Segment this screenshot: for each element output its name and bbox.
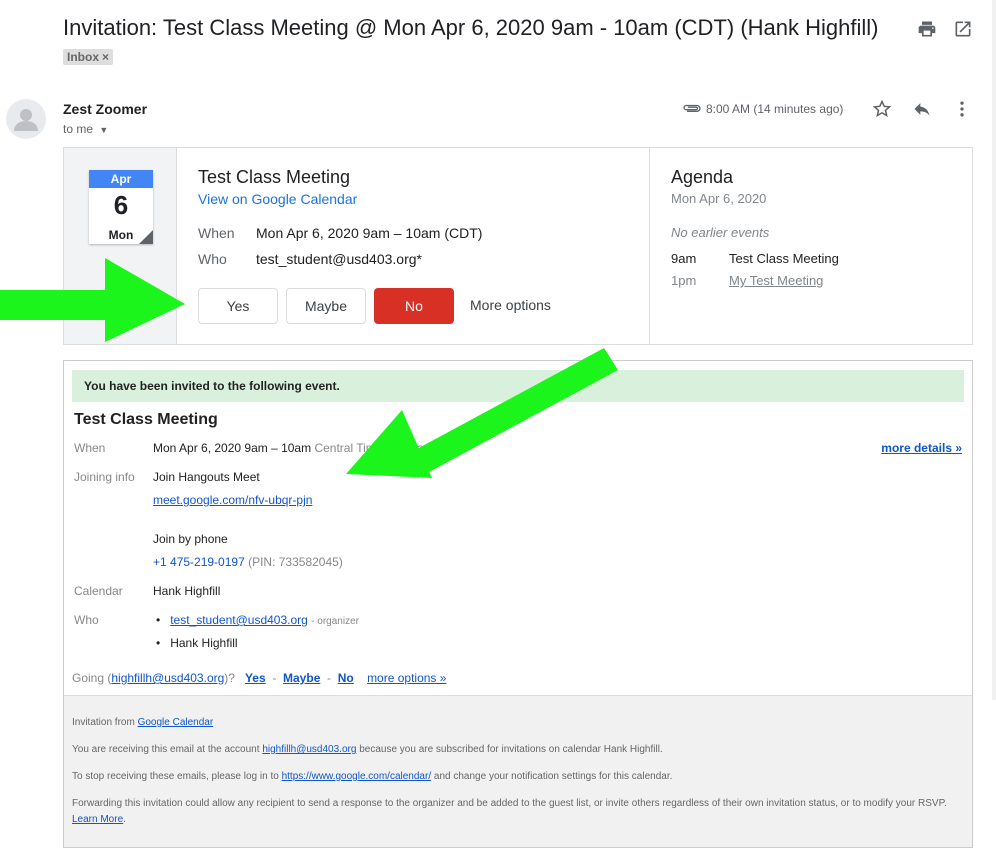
going-yes-link[interactable]: Yes <box>245 671 266 685</box>
joining-info-label: Joining info <box>74 470 135 484</box>
footer-text: and change your notification settings fo… <box>433 771 673 782</box>
agenda-item-time: 9am <box>671 251 697 266</box>
agenda-date: Mon Apr 6, 2020 <box>671 191 767 206</box>
rsvp-yes-button[interactable]: Yes <box>198 288 278 324</box>
who-value: test_student@usd403.org* <box>256 251 422 267</box>
page-fold-icon <box>139 230 153 244</box>
reply-button[interactable] <box>912 99 932 124</box>
invite-card: Apr 6 Mon Test Class Meeting View on Goo… <box>63 147 973 345</box>
invitation-footer: Invitation from Google Calendar You are … <box>64 695 972 847</box>
who-label: Who <box>198 251 227 267</box>
more-details-link[interactable]: more details » <box>881 441 962 455</box>
agenda-item-link[interactable]: My Test Meeting <box>729 273 823 288</box>
scrollbar-track[interactable] <box>992 0 996 700</box>
event-title: Test Class Meeting <box>198 167 351 187</box>
print-button[interactable] <box>916 18 938 40</box>
email-subject: Invitation: Test Class Meeting @ Mon Apr… <box>63 15 879 40</box>
calendar-month: Apr <box>89 170 153 188</box>
footer-line: Forwarding this invitation could allow a… <box>72 798 947 825</box>
rsvp-maybe-button[interactable]: Maybe <box>286 288 366 324</box>
star-icon <box>872 99 892 117</box>
dropdown-icon: ▼ <box>99 125 109 135</box>
phone-pin: (PIN: 733582045) <box>248 555 343 569</box>
account-email-link[interactable]: highfillh@usd403.org <box>262 744 356 755</box>
going-more-options-link[interactable]: more options » <box>367 671 446 685</box>
organizer-tag: - organizer <box>311 616 359 627</box>
open-in-new-icon <box>952 18 974 40</box>
footer-text: Invitation from <box>72 717 135 728</box>
footer-line: Invitation from Google Calendar <box>72 715 962 731</box>
bullet-dot: • <box>156 613 171 627</box>
going-no-link[interactable]: No <box>338 671 354 685</box>
going-prefix: Going ( <box>72 671 112 685</box>
invitation-title: Test Class Meeting <box>74 411 218 428</box>
recipient-details-toggle[interactable]: to me ▼ <box>63 122 108 136</box>
agenda-item-time: 1pm <box>671 273 697 288</box>
calendar-day: 6 <box>113 190 129 220</box>
bullet-dot: • <box>156 636 171 650</box>
when-datetime: Mon Apr 6, 2020 9am – 10am <box>153 441 312 455</box>
remove-label-icon[interactable]: × <box>102 50 109 64</box>
agenda-panel: Agenda Mon Apr 6, 2020 No earlier events… <box>649 148 972 344</box>
footer-line: You are receiving this email at the acco… <box>72 742 962 758</box>
attachment-icon <box>682 101 702 120</box>
calendar-url-link[interactable]: https://www.google.com/calendar/ <box>282 771 432 782</box>
going-maybe-link[interactable]: Maybe <box>283 671 320 685</box>
when-label: When <box>74 441 106 455</box>
meet-link[interactable]: meet.google.com/nfv-ubqr-pjn <box>153 493 312 507</box>
invitation-body: You have been invited to the following e… <box>63 360 973 848</box>
calendar-date-icon: Apr 6 Mon <box>89 170 153 244</box>
agenda-title: Agenda <box>671 167 734 187</box>
going-email-link[interactable]: highfillh@usd403.org <box>111 671 224 685</box>
label-text: Inbox <box>67 50 99 64</box>
when-label: When <box>198 225 235 241</box>
guest-list-item: • test_student@usd403.org - organizer <box>156 613 359 627</box>
footer-text: Forwarding this invitation could allow a… <box>72 798 947 809</box>
print-icon <box>916 18 938 40</box>
footer-line: To stop receiving these emails, please l… <box>72 769 962 785</box>
when-value: Mon Apr 6, 2020 9am – 10am (CDT) <box>256 225 483 241</box>
join-by-phone-text: Join by phone <box>153 532 228 546</box>
guest-list-item: • Hank Highfill <box>156 636 238 650</box>
reply-icon <box>914 103 930 116</box>
google-calendar-link[interactable]: Google Calendar <box>138 717 214 728</box>
sender-name: Zest Zoomer <box>63 101 148 117</box>
footer-text: To stop receiving these emails, please l… <box>72 771 279 782</box>
message-time: 8:00 AM (14 minutes ago) <box>706 102 844 116</box>
when-value: Mon Apr 6, 2020 9am – 10am Central Time … <box>153 441 437 455</box>
more-options-link[interactable]: More options <box>470 297 551 313</box>
invited-banner: You have been invited to the following e… <box>72 370 964 402</box>
phone-row: +1 475-219-0197 (PIN: 733582045) <box>153 555 343 569</box>
calendar-date-column: Apr 6 Mon <box>64 148 177 344</box>
learn-more-link[interactable]: Learn More <box>72 814 123 825</box>
footer-text: You are receiving this email at the acco… <box>72 744 260 755</box>
more-actions-button[interactable] <box>952 99 972 124</box>
going-rsvp-row: Going (highfillh@usd403.org)? Yes - Mayb… <box>72 671 447 685</box>
sender-avatar[interactable] <box>6 99 46 139</box>
more-vert-icon <box>960 101 964 117</box>
open-in-new-window-button[interactable] <box>952 18 974 40</box>
star-button[interactable] <box>872 99 892 124</box>
inbox-label-chip[interactable]: Inbox × <box>63 49 114 65</box>
organizer-email-link[interactable]: test_student@usd403.org <box>170 613 308 627</box>
no-earlier-events: No earlier events <box>671 225 770 240</box>
who-label: Who <box>74 613 99 627</box>
phone-number[interactable]: +1 475-219-0197 <box>153 555 245 569</box>
calendar-value: Hank Highfill <box>153 584 221 598</box>
going-suffix: )? <box>224 671 235 685</box>
join-hangouts-text: Join Hangouts Meet <box>153 470 260 484</box>
agenda-item-name: Test Class Meeting <box>729 251 839 266</box>
footer-text: because you are subscribed for invitatio… <box>359 744 663 755</box>
when-timezone: Central Time - Chicago <box>314 441 438 455</box>
rsvp-no-button[interactable]: No <box>374 288 454 324</box>
recipient-text: to me <box>63 122 94 136</box>
view-on-calendar-link[interactable]: View on Google Calendar <box>198 191 357 207</box>
calendar-label: Calendar <box>74 584 123 598</box>
guest-name: Hank Highfill <box>170 636 238 650</box>
avatar-icon <box>14 109 38 131</box>
